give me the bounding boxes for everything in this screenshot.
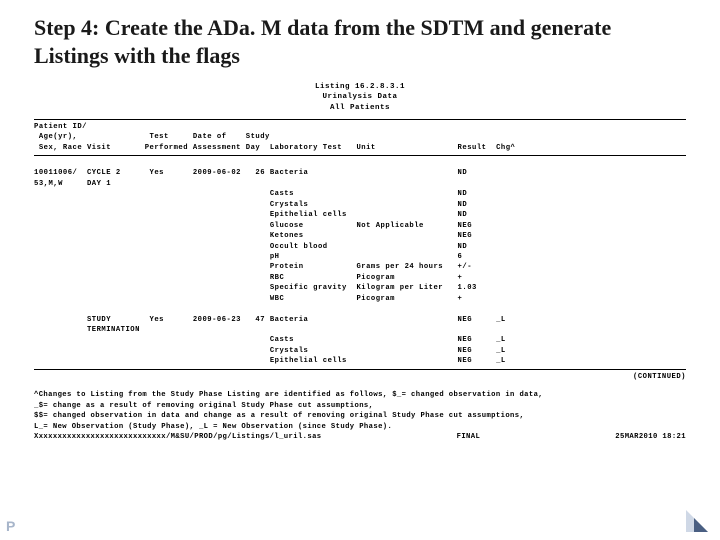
listing-subtitle: Urinalysis Data xyxy=(34,92,686,102)
divider xyxy=(34,119,686,120)
footnote-line: _$= change as a result of removing origi… xyxy=(34,401,686,411)
listing-population: All Patients xyxy=(34,103,686,113)
run-timestamp: 25MAR2010 18:21 xyxy=(615,432,686,442)
continued-marker: (CONTINUED) xyxy=(34,372,686,382)
divider xyxy=(34,369,686,370)
listing-header: Listing 16.2.8.3.1 Urinalysis Data All P… xyxy=(34,82,686,112)
footnote-line: $$= changed observation in data and chan… xyxy=(34,411,686,421)
brand-logo: P xyxy=(6,518,15,534)
listing-number: Listing 16.2.8.3.1 xyxy=(34,82,686,92)
footnote-line: L_= New Observation (Study Phase), _L = … xyxy=(34,422,686,432)
status-label: FINAL xyxy=(457,432,481,442)
column-headers: Patient ID/ Age(yr), Test Date of Study xyxy=(34,122,686,153)
footnote-line: ^Changes to Listing from the Study Phase… xyxy=(34,390,686,400)
listing-body: 10011006/ CYCLE 2 Yes 2009-06-02 26 Bact… xyxy=(34,158,686,367)
footnotes: ^Changes to Listing from the Study Phase… xyxy=(34,390,686,442)
program-path: Xxxxxxxxxxxxxxxxxxxxxxxxxxxx/M&SU/PROD/p… xyxy=(34,432,322,442)
slide-title: Step 4: Create the ADa. M data from the … xyxy=(34,14,686,70)
divider xyxy=(34,155,686,156)
page-corner-icon xyxy=(686,510,708,532)
